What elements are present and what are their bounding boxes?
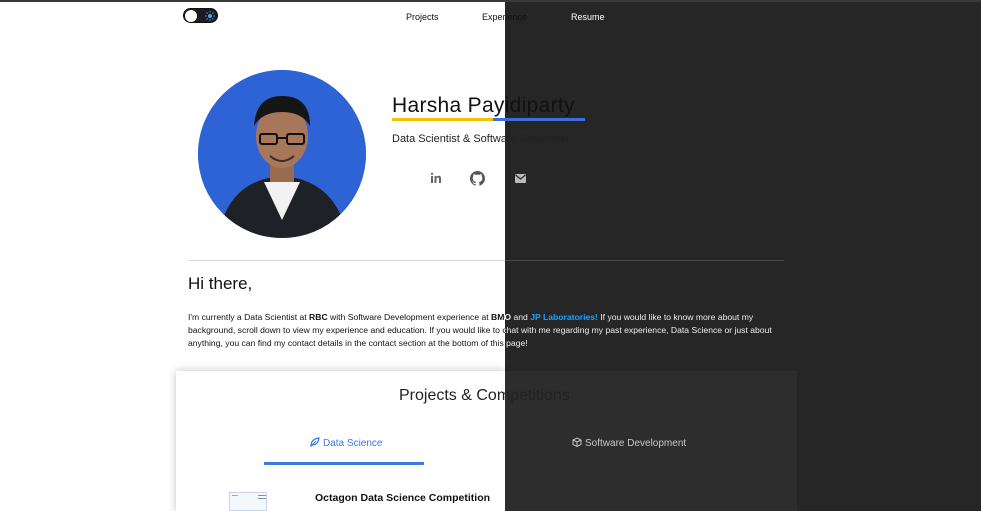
hero-name: Harsha Payidiparty bbox=[392, 94, 575, 117]
name-underline-yellow bbox=[392, 118, 496, 121]
intro-text-2: with Software Development experience at bbox=[327, 312, 492, 322]
cube-icon bbox=[572, 437, 582, 450]
nav-link-experience[interactable]: Experience bbox=[482, 12, 527, 22]
theme-toggle[interactable] bbox=[183, 8, 218, 23]
profile-photo bbox=[198, 70, 366, 238]
section-divider bbox=[188, 260, 784, 261]
tab-software-development-label: Software Development bbox=[585, 438, 687, 449]
tab-data-science-label: Data Science bbox=[323, 438, 383, 449]
tab-software-development[interactable]: Software Development bbox=[572, 437, 686, 450]
email-icon[interactable] bbox=[512, 170, 528, 186]
intro-text-3-dark: and bbox=[511, 312, 531, 322]
intro-text-1: I'm currently a Data Scientist at bbox=[188, 312, 310, 322]
project-title[interactable]: Octagon Data Science Competition bbox=[315, 492, 490, 504]
top-border bbox=[0, 0, 981, 2]
leaf-icon bbox=[310, 437, 320, 450]
github-icon[interactable] bbox=[469, 170, 485, 186]
tab-data-science[interactable]: Data Science bbox=[310, 437, 382, 450]
nav-link-resume[interactable]: Resume bbox=[571, 12, 605, 22]
linkedin-icon[interactable] bbox=[428, 170, 444, 186]
project-thumbnail[interactable] bbox=[229, 492, 267, 511]
hero-subtitle: Data Scientist & Software Developer bbox=[392, 133, 570, 145]
company-rbc: RBC bbox=[309, 312, 328, 322]
nav-link-projects[interactable]: Projects bbox=[406, 12, 439, 22]
sun-icon bbox=[204, 10, 216, 22]
company-jp-link-dark[interactable]: JP Laboratories! bbox=[530, 312, 598, 322]
greeting-heading: Hi there, bbox=[188, 274, 253, 293]
projects-title: Projects & Competitions bbox=[399, 387, 570, 404]
toggle-knob bbox=[185, 10, 197, 22]
nav-link-experience-label: Experience bbox=[482, 12, 528, 22]
name-underline-blue bbox=[493, 118, 585, 121]
active-tab-indicator bbox=[264, 462, 424, 465]
